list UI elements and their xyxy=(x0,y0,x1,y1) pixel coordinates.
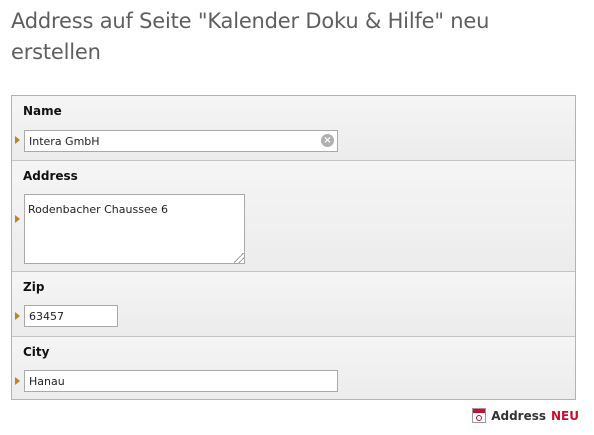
page-title: Address auf Seite "Kalender Doku & Hilfe… xyxy=(11,9,490,64)
field-row-city: City xyxy=(12,337,575,399)
required-marker-icon xyxy=(15,136,20,144)
city-input[interactable] xyxy=(24,370,338,392)
new-badge: NEU xyxy=(551,408,579,423)
calendar-address-icon xyxy=(472,408,487,423)
zip-input[interactable] xyxy=(24,305,118,327)
address-form: Name × Address Rodenbacher Chaussee 6 Zi… xyxy=(11,95,576,400)
name-label: Name xyxy=(23,104,62,118)
name-input[interactable] xyxy=(24,130,338,152)
required-marker-icon xyxy=(15,215,20,223)
field-row-zip: Zip xyxy=(12,272,575,337)
new-address-link-label: Address xyxy=(491,408,547,423)
zip-label: Zip xyxy=(23,280,45,294)
resize-grip-icon[interactable] xyxy=(234,253,244,263)
field-row-name: Name × xyxy=(12,96,575,161)
new-address-link[interactable]: Address NEU xyxy=(472,408,579,423)
clear-icon[interactable]: × xyxy=(321,134,334,147)
city-label: City xyxy=(23,345,50,359)
required-marker-icon xyxy=(15,377,20,385)
address-textarea[interactable]: Rodenbacher Chaussee 6 xyxy=(24,194,245,264)
field-row-address: Address Rodenbacher Chaussee 6 xyxy=(12,161,575,272)
required-marker-icon xyxy=(15,312,20,320)
address-label: Address xyxy=(23,169,78,183)
